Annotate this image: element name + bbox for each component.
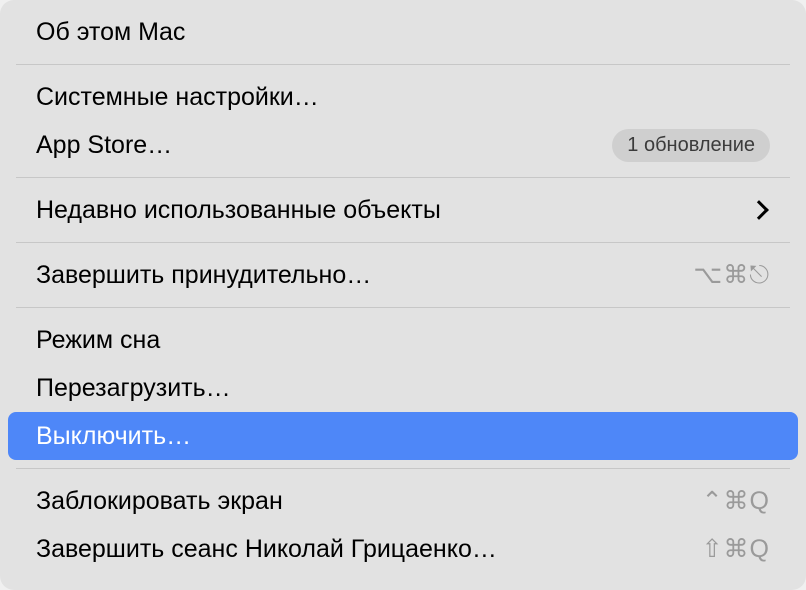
menu-item-label: Завершить сеанс Николай Грицаенко…	[36, 535, 497, 564]
menu-item-force-quit[interactable]: Завершить принудительно… ⌥⌘⎋	[8, 251, 798, 299]
menu-separator	[16, 307, 790, 308]
update-badge: 1 обновление	[612, 129, 770, 162]
keyboard-shortcut: ⌥⌘⎋	[693, 260, 770, 290]
menu-separator	[16, 468, 790, 469]
menu-item-label: Выключить…	[36, 422, 191, 451]
menu-item-log-out[interactable]: Завершить сеанс Николай Грицаенко… ⇧⌘Q	[8, 525, 798, 573]
menu-item-label: Системные настройки…	[36, 83, 319, 112]
menu-item-recent-items[interactable]: Недавно использованные объекты	[8, 186, 798, 234]
menu-item-label: Перезагрузить…	[36, 374, 231, 403]
menu-item-label: Об этом Mac	[36, 18, 185, 47]
menu-item-label: App Store…	[36, 131, 172, 160]
menu-separator	[16, 64, 790, 65]
chevron-right-icon	[749, 200, 769, 220]
menu-separator	[16, 177, 790, 178]
menu-item-label: Недавно использованные объекты	[36, 196, 441, 225]
menu-item-system-settings[interactable]: Системные настройки…	[8, 73, 798, 121]
menu-item-restart[interactable]: Перезагрузить…	[8, 364, 798, 412]
menu-item-label: Заблокировать экран	[36, 487, 283, 516]
menu-item-lock-screen[interactable]: Заблокировать экран ⌃⌘Q	[8, 477, 798, 525]
menu-separator	[16, 242, 790, 243]
menu-item-app-store[interactable]: App Store… 1 обновление	[8, 121, 798, 169]
menu-item-about-mac[interactable]: Об этом Mac	[8, 8, 798, 56]
menu-item-shutdown[interactable]: Выключить…	[8, 412, 798, 460]
menu-item-sleep[interactable]: Режим сна	[8, 316, 798, 364]
menu-item-label: Режим сна	[36, 326, 160, 355]
keyboard-shortcut: ⇧⌘Q	[702, 534, 770, 564]
apple-menu: Об этом Mac Системные настройки… App Sto…	[0, 0, 806, 590]
keyboard-shortcut: ⌃⌘Q	[702, 486, 770, 516]
menu-item-label: Завершить принудительно…	[36, 261, 371, 290]
